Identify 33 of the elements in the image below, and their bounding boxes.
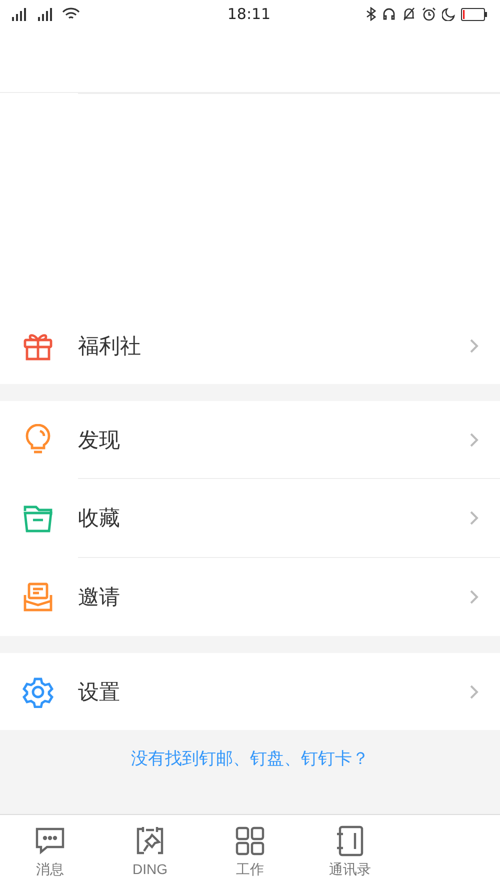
bluetooth-icon xyxy=(366,7,376,21)
chevron-icon xyxy=(468,509,480,527)
muted-bell-icon xyxy=(402,7,416,21)
menu-item[interactable]: 发现 xyxy=(0,401,500,478)
nav-tab[interactable]: 通讯录 xyxy=(300,815,400,889)
alarm-icon xyxy=(422,7,436,21)
menu-item[interactable]: 邀请 xyxy=(0,558,500,636)
battery-icon xyxy=(460,8,488,20)
headset-icon xyxy=(382,7,396,21)
menu-item[interactable]: 收藏 xyxy=(0,479,500,557)
chat-icon xyxy=(34,825,66,857)
wifi-icon xyxy=(62,7,80,21)
calendar-pin-icon xyxy=(134,825,166,857)
moon-icon xyxy=(442,8,455,20)
nav-tab[interactable]: 工作 xyxy=(200,815,300,889)
envelope-icon xyxy=(22,581,54,613)
grid-icon xyxy=(234,825,266,857)
chevron-icon xyxy=(468,430,480,448)
menu-item[interactable]: 福利社 xyxy=(0,307,500,384)
clock-time: 18:11 xyxy=(227,5,271,23)
chevron-icon xyxy=(468,588,480,606)
menu-label: 邀请 xyxy=(78,584,121,611)
menu-label: 设置 xyxy=(78,678,121,706)
menu-item[interactable]: 设置 xyxy=(0,653,500,730)
chevron-icon xyxy=(468,682,480,700)
chevron-icon xyxy=(468,336,480,354)
nav-tab[interactable]: 消息 xyxy=(0,815,100,889)
menu-label: 收藏 xyxy=(78,505,121,532)
menu-label: 福利社 xyxy=(78,332,142,360)
address-book-icon xyxy=(334,825,366,857)
nav-tab[interactable]: DING xyxy=(100,815,200,889)
menu-label: 发现 xyxy=(78,426,121,454)
settings-icon xyxy=(22,676,54,708)
